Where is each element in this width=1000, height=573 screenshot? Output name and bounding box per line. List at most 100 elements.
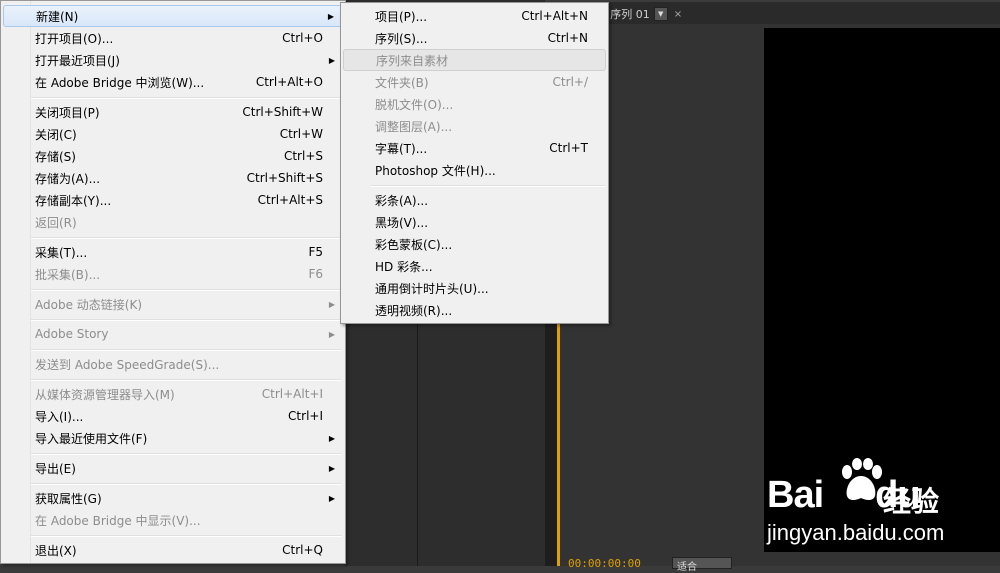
menu-item-label: 透明视频(R)... bbox=[375, 303, 453, 318]
new-submenu-item: 调整图层(A)... bbox=[343, 115, 606, 137]
menu-item-label: 彩条(A)... bbox=[375, 193, 429, 208]
menu-separator bbox=[31, 97, 342, 99]
menu-item-label: 黑场(V)... bbox=[375, 215, 429, 230]
file-menu-item[interactable]: 存储为(A)... Ctrl+Shift+S bbox=[3, 167, 343, 189]
file-menu-item[interactable]: 存储(S) Ctrl+S bbox=[3, 145, 343, 167]
chevron-right-icon: ▶ bbox=[328, 433, 335, 443]
new-submenu-item[interactable]: 通用倒计时片头(U)... bbox=[343, 277, 606, 299]
new-submenu-item[interactable]: 黑场(V)... bbox=[343, 211, 606, 233]
menu-item-label: 从媒体资源管理器导入(M) bbox=[35, 387, 175, 402]
new-submenu-item[interactable]: 透明视频(R)... bbox=[343, 299, 606, 321]
menu-item-label: 退出(X) bbox=[35, 543, 77, 558]
menu-item-shortcut: Ctrl+Shift+S bbox=[246, 171, 323, 185]
file-menu-item[interactable]: 新建(N) ▶ bbox=[3, 5, 343, 27]
new-submenu-item: 脱机文件(O)... bbox=[343, 93, 606, 115]
playhead-line[interactable] bbox=[557, 320, 560, 566]
file-menu-item[interactable]: 存储副本(Y)... Ctrl+Alt+S bbox=[3, 189, 343, 211]
menu-item-label: Adobe Story bbox=[35, 327, 109, 341]
menu-item-shortcut: Ctrl+O bbox=[282, 31, 323, 45]
menu-item-shortcut: Ctrl+Q bbox=[282, 543, 323, 557]
menu-item-shortcut: Ctrl+Alt+N bbox=[521, 9, 588, 23]
menu-separator bbox=[31, 319, 342, 321]
menu-item-label: Adobe 动态链接(K) bbox=[35, 297, 143, 312]
menu-separator bbox=[31, 289, 342, 291]
menu-separator bbox=[31, 349, 342, 351]
zoom-fit-select[interactable]: 适合 bbox=[672, 557, 732, 573]
menu-separator bbox=[31, 379, 342, 381]
panel-divider bbox=[417, 320, 418, 566]
new-submenu-item[interactable]: 序列(S)... Ctrl+N bbox=[343, 27, 606, 49]
chevron-right-icon: ▶ bbox=[328, 299, 335, 309]
menu-item-shortcut: Ctrl+Alt+S bbox=[257, 193, 323, 207]
menu-item-label: 批采集(B)... bbox=[35, 267, 101, 282]
file-menu-item[interactable]: 关闭(C) Ctrl+W bbox=[3, 123, 343, 145]
baidu-watermark: Bai du 经验 jingyan.baidu.com bbox=[765, 458, 995, 548]
menu-separator bbox=[31, 483, 342, 485]
menu-item-label: 导出(E) bbox=[35, 461, 76, 476]
menu-item-label: 序列来自素材 bbox=[376, 53, 449, 68]
new-submenu-item[interactable]: HD 彩条... bbox=[343, 255, 606, 277]
menu-item-label: 新建(N) bbox=[36, 9, 79, 24]
menu-item-shortcut: Ctrl+/ bbox=[552, 75, 588, 89]
menu-item-label: 打开最近项目(J) bbox=[35, 53, 120, 68]
menu-item-shortcut: Ctrl+Shift+W bbox=[242, 105, 323, 119]
new-submenu-item[interactable]: 字幕(T)... Ctrl+T bbox=[343, 137, 606, 159]
file-menu: 新建(N) ▶ 打开项目(O)... Ctrl+O 打开最近项目(J) ▶ 在 Adobe … bbox=[0, 0, 346, 564]
tab-sequence-01[interactable]: : 序列 01 ▼ × bbox=[603, 6, 682, 22]
menu-separator bbox=[31, 535, 342, 537]
chevron-right-icon: ▶ bbox=[328, 463, 335, 473]
file-menu-item[interactable]: 关闭项目(P) Ctrl+Shift+W bbox=[3, 101, 343, 123]
menu-item-label: 在 Adobe Bridge 中浏览(W)... bbox=[35, 75, 205, 90]
file-menu-item[interactable]: 获取属性(G) ▶ bbox=[3, 487, 343, 509]
file-menu-item[interactable]: 打开项目(O)... Ctrl+O bbox=[3, 27, 343, 49]
menu-item-label: 脱机文件(O)... bbox=[375, 97, 454, 112]
watermark-brand-cn: 经验 bbox=[883, 485, 940, 518]
menu-item-label: 关闭(C) bbox=[35, 127, 77, 142]
file-menu-item[interactable]: 退出(X) Ctrl+Q bbox=[3, 539, 343, 561]
close-icon[interactable]: × bbox=[674, 9, 682, 20]
menu-item-label: 导入(I)... bbox=[35, 409, 84, 424]
menu-separator bbox=[371, 185, 605, 187]
menu-separator bbox=[31, 453, 342, 455]
menu-item-shortcut: Ctrl+Alt+O bbox=[255, 75, 323, 89]
menu-item-label: 存储(S) bbox=[35, 149, 76, 164]
chevron-right-icon: ▶ bbox=[328, 493, 335, 503]
file-menu-item: Adobe 动态链接(K) ▶ bbox=[3, 293, 343, 315]
timecode-display[interactable]: 00:00:00:00 bbox=[568, 557, 641, 570]
menu-item-label: 存储为(A)... bbox=[35, 171, 101, 186]
new-submenu-item[interactable]: 彩色蒙板(C)... bbox=[343, 233, 606, 255]
file-menu-item[interactable]: 在 Adobe Bridge 中浏览(W)... Ctrl+Alt+O bbox=[3, 71, 343, 93]
file-menu-item: 批采集(B)... F6 bbox=[3, 263, 343, 285]
menu-item-label: 调整图层(A)... bbox=[375, 119, 453, 134]
file-menu-item[interactable]: 采集(T)... F5 bbox=[3, 241, 343, 263]
file-menu-item[interactable]: 导出(E) ▶ bbox=[3, 457, 343, 479]
menu-item-label: 返回(R) bbox=[35, 215, 77, 230]
new-submenu-item: 序列来自素材 bbox=[343, 49, 606, 71]
menu-item-shortcut: Ctrl+Alt+I bbox=[261, 387, 323, 401]
menu-item-label: 通用倒计时片头(U)... bbox=[375, 281, 489, 296]
file-menu-item[interactable]: 打开最近项目(J) ▶ bbox=[3, 49, 343, 71]
menu-item-label: 文件夹(B) bbox=[375, 75, 429, 90]
new-submenu-item[interactable]: Photoshop 文件(H)... bbox=[343, 159, 606, 181]
chevron-right-icon: ▶ bbox=[327, 11, 334, 21]
menu-item-shortcut: Ctrl+S bbox=[283, 149, 323, 163]
tab-label: : 序列 01 bbox=[603, 8, 650, 21]
timeline-strip bbox=[545, 320, 557, 566]
watermark-url: jingyan.baidu.com bbox=[767, 520, 945, 545]
new-submenu-item[interactable]: 项目(P)... Ctrl+Alt+N bbox=[343, 5, 606, 27]
menu-item-shortcut: Ctrl+I bbox=[288, 409, 323, 423]
menu-item-label: 打开项目(O)... bbox=[35, 31, 114, 46]
chevron-down-icon[interactable]: ▼ bbox=[653, 7, 668, 21]
file-menu-item[interactable]: 导入(I)... Ctrl+I bbox=[3, 405, 343, 427]
menu-item-label: 关闭项目(P) bbox=[35, 105, 100, 120]
menu-item-label: 发送到 Adobe SpeedGrade(S)... bbox=[35, 357, 220, 372]
menu-item-shortcut: Ctrl+T bbox=[549, 141, 588, 155]
menu-item-shortcut: F6 bbox=[308, 267, 323, 281]
menu-item-shortcut: Ctrl+N bbox=[547, 31, 588, 45]
file-menu-item[interactable]: 导入最近使用文件(F) ▶ bbox=[3, 427, 343, 449]
menu-separator bbox=[31, 237, 342, 239]
menu-item-shortcut: F5 bbox=[308, 245, 323, 259]
file-menu-item: 在 Adobe Bridge 中显示(V)... bbox=[3, 509, 343, 531]
new-submenu-item[interactable]: 彩条(A)... bbox=[343, 189, 606, 211]
menu-item-label: Photoshop 文件(H)... bbox=[375, 163, 496, 178]
